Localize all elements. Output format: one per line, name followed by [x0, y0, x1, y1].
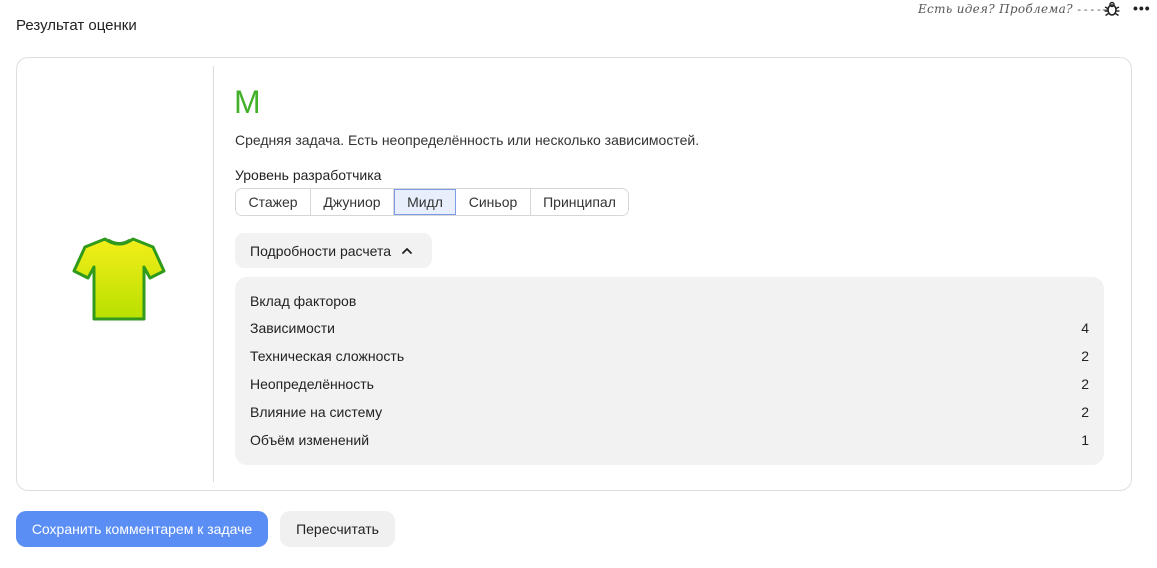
factor-name: Неопределённость — [250, 376, 374, 392]
recalculate-button[interactable]: Пересчитать — [280, 511, 395, 547]
factors-title: Вклад факторов — [250, 293, 357, 309]
factor-row: Неопределённость 2 — [250, 376, 1089, 394]
developer-level-selector: Стажер Джуниор Мидл Синьор Принципал — [235, 188, 629, 216]
size-description: Средняя задача. Есть неопределённость ил… — [235, 132, 700, 148]
result-card: M Средняя задача. Есть неопределённость … — [16, 57, 1132, 491]
factor-value: 2 — [1081, 404, 1089, 420]
size-result: M — [234, 84, 261, 120]
factor-row: Техническая сложность 2 — [250, 348, 1089, 366]
factor-value: 1 — [1081, 432, 1089, 448]
factor-value: 2 — [1081, 348, 1089, 364]
level-option-principal[interactable]: Принципал — [531, 189, 628, 215]
feedback-text: Есть идея? Проблема? — [918, 2, 1073, 16]
t-shirt-icon — [72, 237, 166, 321]
factor-name: Влияние на систему — [250, 404, 383, 420]
feedback-link[interactable]: Есть идея? Проблема? ----→ — [918, 0, 1109, 18]
factor-row: Объём изменений 1 — [250, 432, 1089, 450]
save-comment-button[interactable]: Сохранить комментарем к задаче — [16, 511, 268, 547]
level-option-intern[interactable]: Стажер — [236, 189, 311, 215]
factor-row: Зависимости 4 — [250, 320, 1089, 338]
factor-value: 2 — [1081, 376, 1089, 392]
factor-name: Зависимости — [250, 320, 335, 336]
factor-name: Объём изменений — [250, 432, 370, 448]
calculation-details-panel: Вклад факторов Зависимости 4 Техническая… — [235, 277, 1104, 465]
level-option-senior[interactable]: Синьор — [456, 189, 531, 215]
factor-name: Техническая сложность — [250, 348, 405, 364]
developer-level-label: Уровень разработчика — [235, 167, 382, 183]
factor-row: Влияние на систему 2 — [250, 404, 1089, 422]
level-option-middle[interactable]: Мидл — [394, 189, 456, 215]
calculation-details-toggle[interactable]: Подробности расчета — [235, 233, 432, 268]
chevron-up-icon — [402, 247, 412, 254]
level-option-junior[interactable]: Джуниор — [311, 189, 394, 215]
bug-icon[interactable] — [1103, 0, 1121, 18]
details-toggle-label: Подробности расчета — [250, 242, 392, 259]
more-options-icon[interactable]: ••• — [1133, 0, 1151, 16]
result-icon-panel — [17, 66, 214, 482]
factor-value: 4 — [1081, 320, 1089, 336]
page-title: Результат оценки — [16, 17, 137, 34]
